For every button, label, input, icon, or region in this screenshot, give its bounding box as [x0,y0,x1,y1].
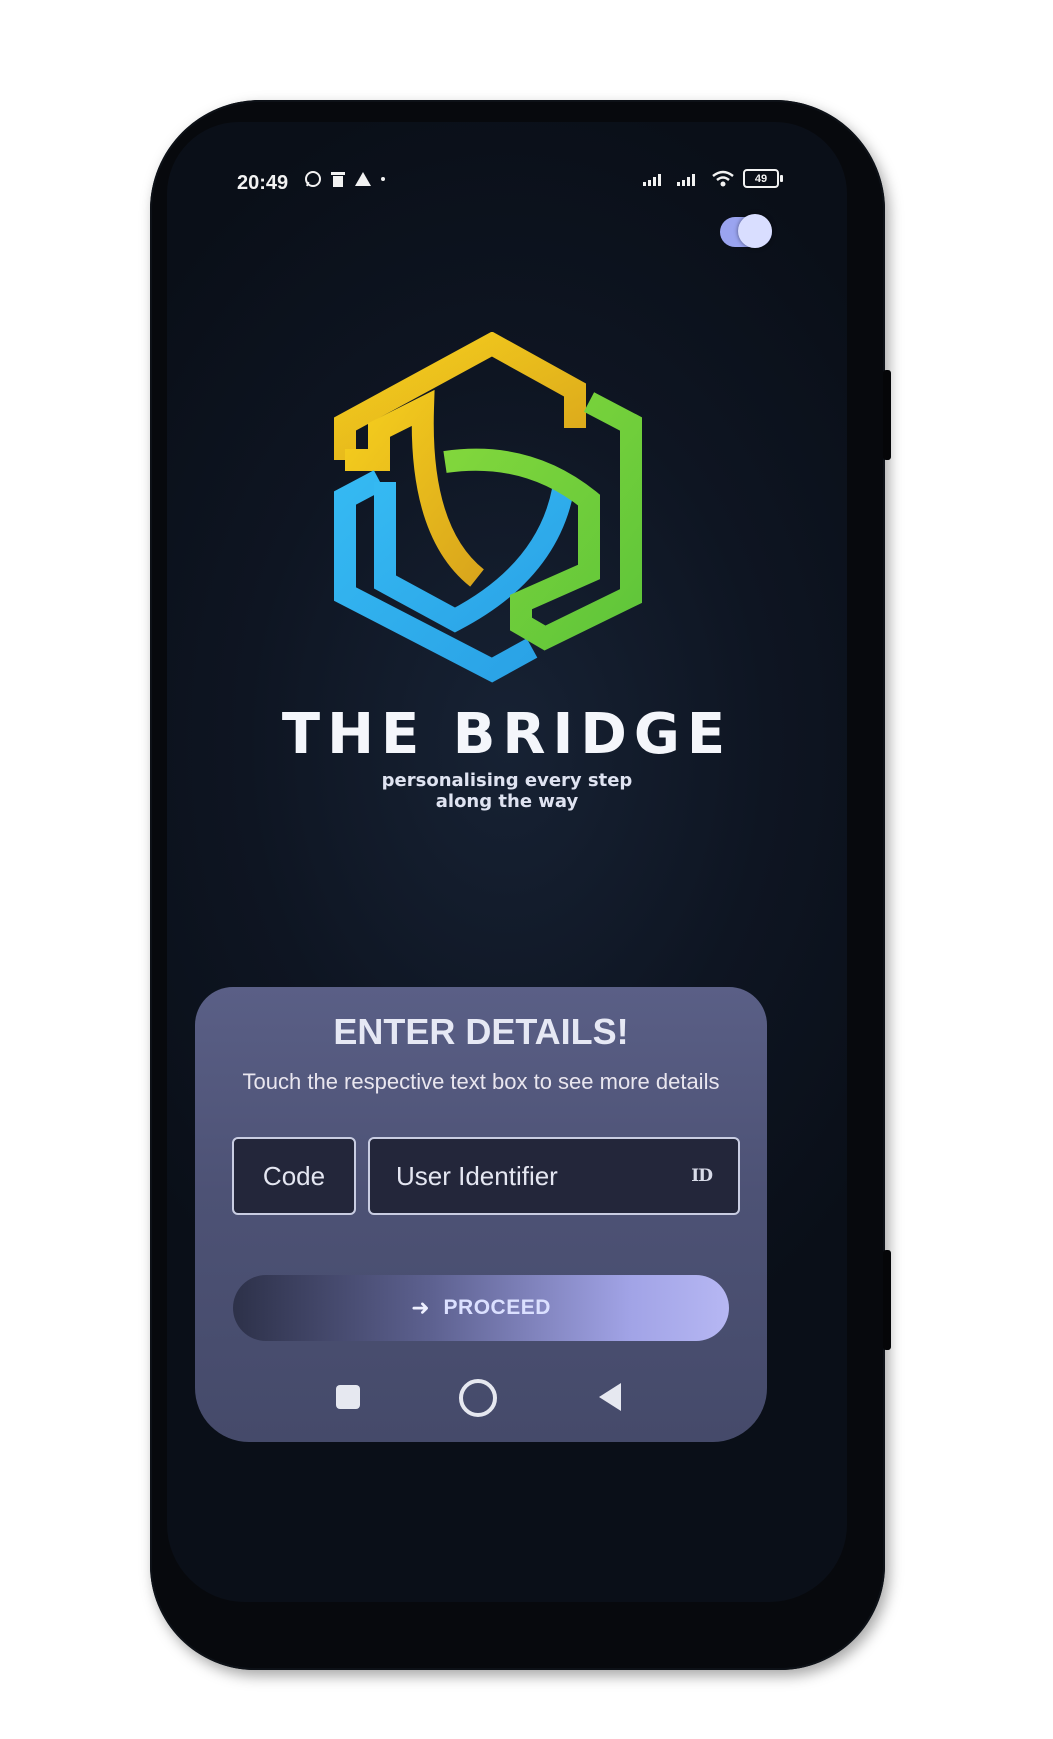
whatsapp-icon [305,171,321,187]
wifi-icon [712,170,734,186]
volume-button [883,370,891,460]
bridge-logo [334,332,642,683]
status-time: 20:49 [237,172,289,194]
status-bar: 20:49 49 [167,122,847,194]
navigation-bar [195,1371,767,1431]
screen: 20:49 49 THE BRIDGE personalising every … [167,122,847,1602]
recents-icon[interactable] [336,1385,360,1409]
tagline-line-2: along the way [435,791,579,812]
trash-icon [331,172,345,187]
system-icons: 49 [643,169,783,188]
page: 20:49 49 THE BRIDGE personalising every … [0,0,1053,1739]
details-subtitle: Touch the respective text box to see mor… [242,1069,720,1094]
signal-icon [677,173,695,186]
details-heading: ENTER DETAILS! [333,1011,629,1052]
signal-icon [643,173,661,186]
id-card-icon: ID [691,1166,713,1186]
battery-icon: 49 [743,169,783,188]
code-field[interactable]: Code [232,1137,356,1215]
code-placeholder: Code [262,1160,326,1191]
app-tagline: personalising every step along the way [167,770,847,812]
toggle-knob [738,214,772,248]
details-card: ENTER DETAILS! Touch the respective text… [195,987,767,1442]
phone-frame: 20:49 49 THE BRIDGE personalising every … [150,100,891,1670]
back-icon[interactable] [599,1383,621,1411]
proceed-label: PROCEED [443,1296,551,1319]
proceed-button[interactable]: ➜ PROCEED [233,1275,729,1341]
alert-icon [355,172,371,186]
app-title: THE BRIDGE [281,702,733,767]
tagline-line-1: personalising every step [381,770,633,791]
arrow-right-icon: ➜ [411,1295,430,1321]
user-identifier-field[interactable]: User Identifier ID [368,1137,740,1215]
user-identifier-placeholder: User Identifier [396,1160,558,1191]
notification-icons [304,170,386,188]
home-icon[interactable] [459,1379,497,1417]
theme-toggle[interactable] [720,214,772,248]
dot-icon [381,177,385,181]
power-button [883,1250,891,1350]
battery-level: 49 [754,172,768,185]
